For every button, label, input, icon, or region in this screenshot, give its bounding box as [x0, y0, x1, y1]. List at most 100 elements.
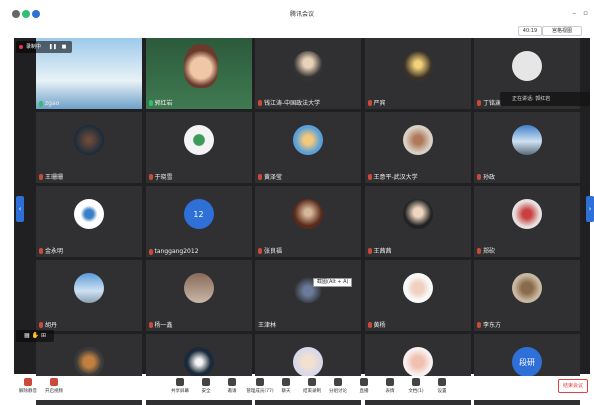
maximize-icon[interactable]: ▫	[583, 9, 588, 17]
toolbar-button-mic[interactable]: 解除静音	[14, 378, 42, 394]
toolbar-button-label: 表情	[385, 389, 395, 394]
participant-avatar	[512, 199, 542, 230]
participant-tile[interactable]: 李东方	[474, 260, 580, 331]
toolbar-button-breakout[interactable]: 分组讨论	[324, 378, 352, 394]
record-icon	[308, 378, 316, 386]
toolbar-button-emoji[interactable]: 表情	[376, 378, 404, 394]
participant-avatar	[74, 347, 104, 378]
settings-icon	[438, 378, 446, 386]
hand-icon[interactable]: ✋	[32, 332, 39, 339]
grid-icon[interactable]: ⊞	[41, 332, 46, 339]
participant-name-text: 胡丹	[45, 322, 58, 329]
toolbar-button-document[interactable]: 文档(1)	[402, 378, 430, 394]
mic-muted-icon	[258, 173, 262, 180]
participant-tile[interactable]: 黄杨	[364, 260, 471, 331]
participant-name: 丁铭澜	[477, 98, 501, 107]
mic-muted-icon	[39, 321, 43, 328]
participant-name: 严宾	[367, 98, 386, 107]
participant-tile[interactable]: 王珊珊	[36, 112, 142, 183]
toolbar-button-settings[interactable]: 设置	[428, 378, 456, 394]
participant-name: 钱江涛-中国政法大学	[258, 98, 320, 107]
participant-name: 张良福	[258, 246, 282, 255]
toolbar-button-share-screen[interactable]: 共享屏幕	[166, 378, 194, 394]
participant-tile[interactable]: 王津林	[255, 260, 361, 331]
toolbar-button-label: 设置	[437, 389, 447, 394]
mic-muted-icon	[477, 321, 481, 328]
mic-muted-icon	[477, 173, 481, 180]
participant-avatar	[402, 199, 433, 230]
participant-tile[interactable]: 王茜茜	[364, 186, 471, 257]
participant-tile[interactable]: 王意平-武汉大学	[364, 112, 471, 183]
toolbar-button-label: 直播	[359, 389, 369, 394]
participant-tile[interactable]: 郭红岩	[145, 38, 252, 109]
toolbar-button-shield[interactable]: 安全	[192, 378, 220, 394]
participant-name: 杨一鑫	[148, 320, 173, 329]
toolbar-button-members[interactable]: 管理成员(77)	[246, 378, 274, 394]
live-icon	[360, 378, 368, 386]
members-icon	[256, 378, 264, 386]
toolbar-button-label: 文档(1)	[408, 389, 424, 394]
grid-controls[interactable]: ▦ ✋ ⊞	[16, 330, 54, 342]
toolbar-button-record[interactable]: 结束录制	[298, 378, 326, 394]
participant-tile[interactable]: 张良福	[255, 186, 361, 257]
participant-avatar	[183, 347, 214, 378]
participant-name: 胡丹	[39, 320, 57, 329]
participant-name: 王意平-武汉大学	[367, 172, 418, 181]
participant-avatar	[402, 125, 433, 156]
share-screen-icon	[176, 378, 184, 386]
mic-muted-icon	[148, 173, 153, 180]
participant-tile[interactable]: 孙政	[474, 112, 580, 183]
speaking-indicator: 正在讲话: 郭红岩	[500, 92, 590, 106]
toolbar-button-label: 分组讨论	[329, 389, 347, 394]
shield-icon	[202, 378, 210, 386]
mic-muted-icon	[477, 247, 481, 254]
participant-avatar	[293, 125, 323, 156]
mic-muted-icon	[148, 248, 153, 255]
participant-avatar	[293, 347, 323, 378]
mic-muted-icon	[148, 321, 153, 328]
end-meeting-button[interactable]: 结束会议	[558, 379, 588, 393]
participant-tile[interactable]: 12 tanggang2012	[145, 186, 252, 257]
participant-name-text: 王津林	[258, 322, 277, 329]
participant-name-text: 王珊珊	[45, 174, 64, 181]
invite-icon	[228, 378, 236, 386]
toolbar-button-camera[interactable]: 开启视频	[40, 378, 68, 394]
toolbar-button-label: 安全	[201, 389, 211, 394]
toolbar-button-live[interactable]: 直播	[350, 378, 378, 394]
layout-icon[interactable]: ▦	[24, 332, 30, 339]
meeting-timer: 40:19	[518, 26, 542, 36]
prev-page-button[interactable]: ‹	[16, 196, 24, 222]
toolbar-button-invite[interactable]: 邀请	[218, 378, 246, 394]
participant-avatar	[183, 125, 214, 156]
participant-tile[interactable]: 胡丹	[36, 260, 142, 331]
mic-muted-icon	[367, 173, 372, 180]
participant-name: tanggang2012	[148, 248, 199, 255]
participant-tile[interactable]: 黄泽莹	[255, 112, 361, 183]
participant-name: 李东方	[477, 320, 501, 329]
document-icon	[412, 378, 420, 386]
next-page-button[interactable]: ›	[586, 196, 594, 222]
participant-name: 王珊珊	[39, 172, 63, 181]
view-mode-button[interactable]: 宫格视图	[542, 26, 582, 36]
participant-name-text: 王意平-武汉大学	[373, 174, 418, 181]
toolbar-button-chat[interactable]: 聊天	[272, 378, 300, 394]
pause-icon[interactable]: ❚❚	[49, 44, 57, 50]
participant-name-text: 王茜茜	[373, 248, 392, 255]
top-toolbar: 40:19 宫格视图	[10, 24, 586, 38]
participant-tile[interactable]: 钱江涛-中国政法大学	[255, 38, 361, 109]
stop-icon[interactable]: ■	[62, 44, 67, 50]
participant-tile[interactable]: 郑砍	[474, 186, 580, 257]
participant-tile[interactable]: 金永明	[36, 186, 142, 257]
mic-muted-icon	[39, 247, 43, 254]
participant-tile[interactable]: 杨一鑫	[145, 260, 252, 331]
mic-muted-icon	[367, 321, 372, 328]
participant-tile[interactable]: 于晓雪	[145, 112, 252, 183]
participant-avatar	[183, 273, 214, 304]
recording-indicator[interactable]: 录制中 ❚❚ ■	[16, 41, 72, 53]
mic-on-icon	[148, 99, 153, 106]
participant-avatar	[512, 273, 542, 304]
minimize-icon[interactable]: –	[573, 9, 577, 17]
participant-name: 黄杨	[367, 320, 386, 329]
participant-tile[interactable]: 严宾	[364, 38, 471, 109]
mic-muted-icon	[258, 99, 262, 106]
